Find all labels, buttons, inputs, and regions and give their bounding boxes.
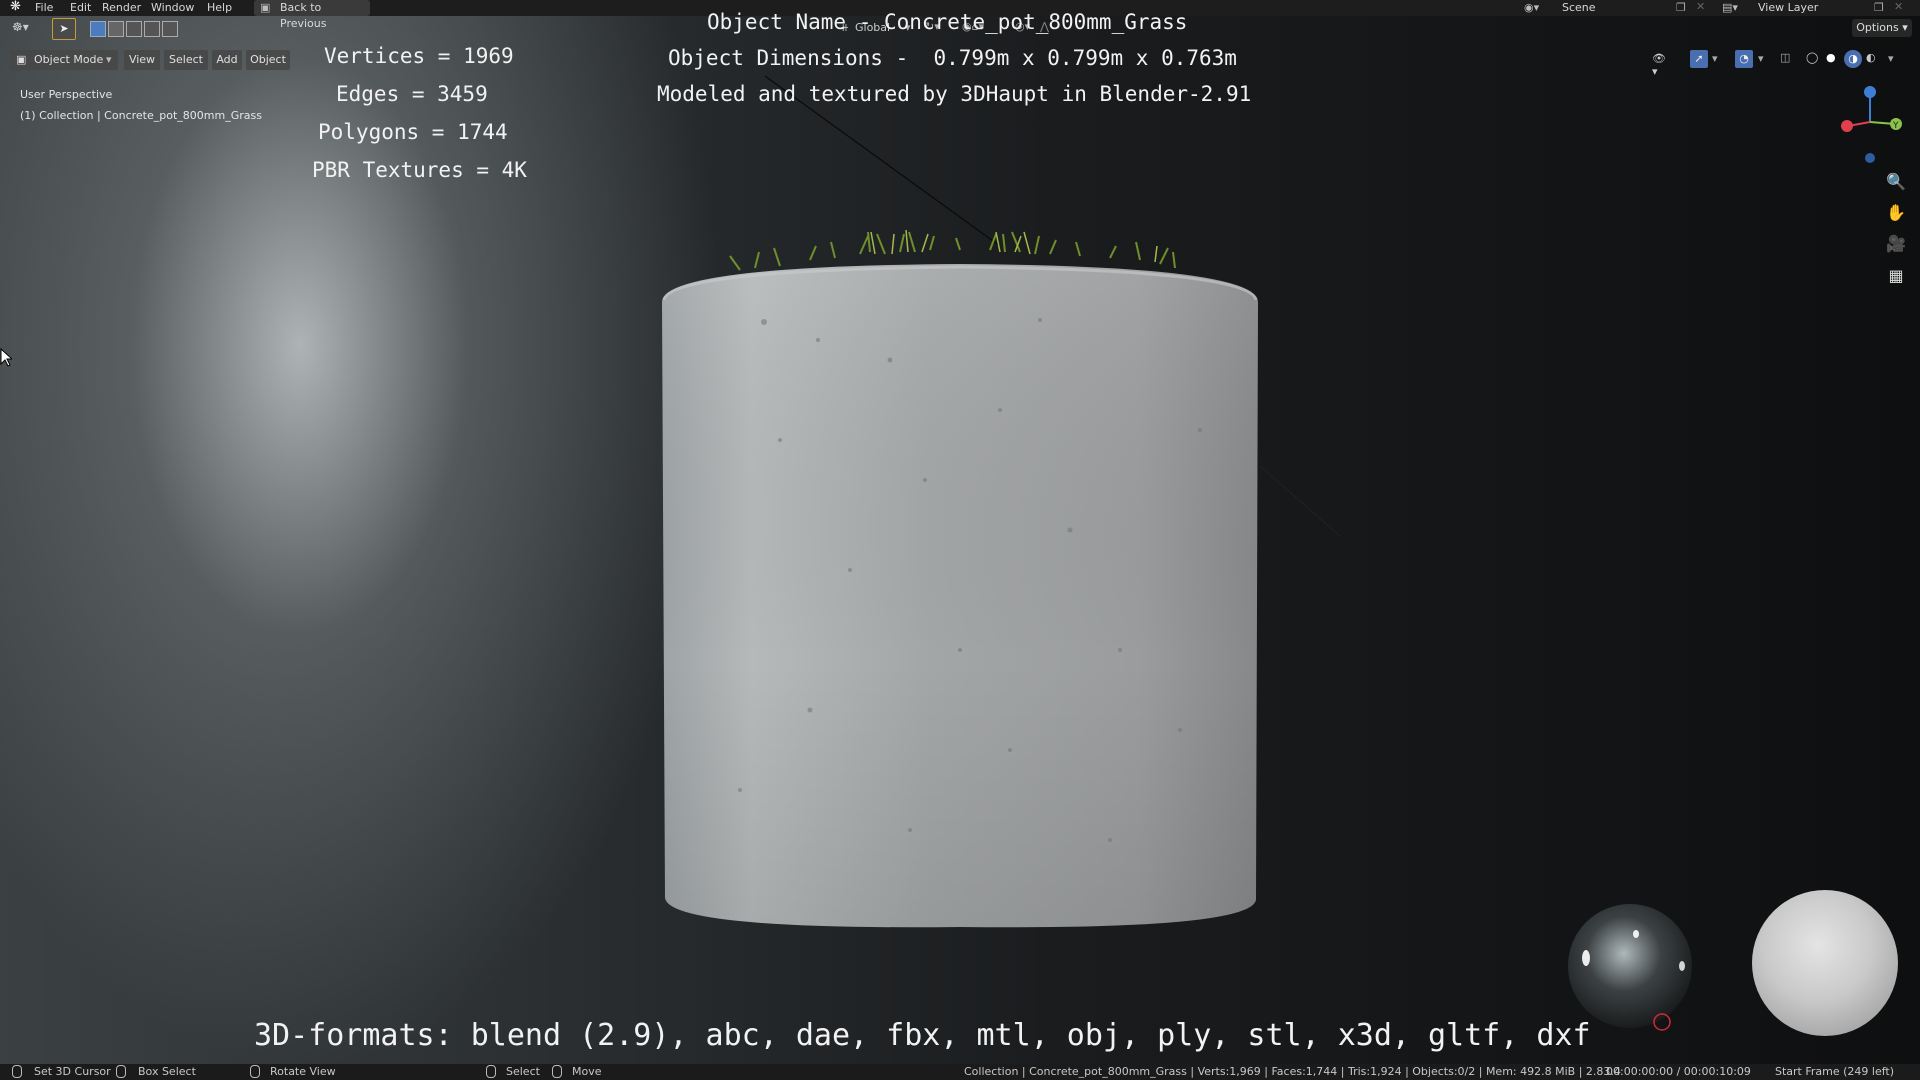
duplicate-scene-icon[interactable]: ❐ bbox=[1676, 1, 1686, 14]
view-layer-icon: ▤▾ bbox=[1722, 1, 1738, 14]
back-to-previous-button[interactable]: ▣ Back to Previous bbox=[254, 0, 370, 30]
overlay-toggle-icon[interactable]: ◔ bbox=[1735, 50, 1753, 68]
options-button[interactable]: Options ▾ bbox=[1852, 19, 1912, 37]
start-frame-info: Start Frame (249 left) bbox=[1775, 1065, 1895, 1078]
mouse-middle-icon bbox=[250, 1065, 260, 1080]
mode-label: Object Mode bbox=[34, 53, 104, 66]
close-scene-icon[interactable]: ✕ bbox=[1696, 0, 1705, 13]
editor-type-icon[interactable]: ☸▾ bbox=[12, 20, 29, 34]
options-label: Options bbox=[1856, 21, 1899, 34]
menu-edit[interactable]: Edit bbox=[70, 1, 91, 15]
overlay-chevron-icon[interactable]: ▾ bbox=[1758, 52, 1764, 65]
textures-stat: PBR Textures = 4K bbox=[312, 158, 527, 182]
status-rotate-view: Rotate View bbox=[270, 1065, 336, 1078]
formats-caption: 3D-formats: blend (2.9), abc, dae, fbx, … bbox=[254, 1018, 1591, 1053]
concrete-pot-model[interactable] bbox=[660, 229, 1260, 930]
view-layer-selector[interactable]: ▤▾ View Layer ❐ ✕ bbox=[1722, 0, 1912, 16]
duplicate-layer-icon[interactable]: ❐ bbox=[1874, 1, 1884, 14]
scene-name[interactable]: Scene bbox=[1562, 1, 1596, 15]
shading-chevron-icon[interactable]: ▾ bbox=[1888, 52, 1894, 65]
mouse-drag-icon bbox=[116, 1065, 126, 1080]
xray-icon[interactable]: ◫ bbox=[1780, 51, 1790, 64]
edges-stat: Edges = 3459 bbox=[336, 82, 488, 106]
view-layer-name[interactable]: View Layer bbox=[1758, 1, 1818, 15]
wireframe-shading-icon[interactable]: ◯ bbox=[1806, 51, 1818, 64]
grid-view-icon[interactable]: ▦ bbox=[1886, 266, 1906, 286]
credits-text: Modeled and textured by 3DHaupt in Blend… bbox=[657, 82, 1252, 106]
hdri-preview-sphere bbox=[1568, 904, 1692, 1031]
mouse-cursor-icon bbox=[0, 348, 12, 367]
object-menu[interactable]: Object bbox=[246, 50, 290, 70]
vertices-stat: Vertices = 1969 bbox=[324, 44, 514, 68]
view-collection-label: (1) Collection | Concrete_pot_800mm_Gras… bbox=[20, 109, 262, 122]
menu-help[interactable]: Help bbox=[207, 1, 232, 15]
mode-new-icon[interactable] bbox=[90, 21, 106, 37]
mouse-right-icon bbox=[486, 1065, 496, 1080]
rendered-shading-icon[interactable]: ◐ bbox=[1866, 51, 1876, 64]
solid-shading-icon[interactable]: ● bbox=[1826, 51, 1836, 64]
scene-icon: ◉▾ bbox=[1524, 1, 1540, 14]
viewport-info: User Perspective (1) Collection | Concre… bbox=[20, 84, 262, 126]
zoom-icon[interactable]: 🔍 bbox=[1886, 172, 1906, 192]
matcap-preview-sphere bbox=[1752, 890, 1898, 1036]
status-select: Select bbox=[506, 1065, 540, 1078]
view-menu[interactable]: View bbox=[124, 50, 160, 70]
status-box-select: Box Select bbox=[138, 1065, 196, 1078]
status-bar: Set 3D Cursor Box Select Rotate View Sel… bbox=[0, 1064, 1920, 1080]
y-axis-label: Y bbox=[1892, 121, 1899, 131]
playback-time: 00:00:00:00 / 00:00:10:09 bbox=[1606, 1065, 1751, 1078]
scene-statistics: Collection | Concrete_pot_800mm_Grass | … bbox=[964, 1065, 1621, 1078]
screen-back-icon: ▣ bbox=[260, 1, 271, 14]
mode-chevron-icon: ▾ bbox=[106, 53, 112, 66]
gizmo-toggle-icon[interactable]: ➚ bbox=[1690, 50, 1708, 68]
object-mode-icon: ▣ bbox=[16, 53, 27, 66]
mode-invert-icon[interactable] bbox=[144, 21, 160, 37]
blender-logo-icon[interactable]: ❋ bbox=[10, 0, 24, 14]
view-perspective-label: User Perspective bbox=[20, 88, 113, 101]
menu-render[interactable]: Render bbox=[102, 1, 141, 15]
gizmo-chevron-icon[interactable]: ▾ bbox=[1712, 52, 1718, 65]
menu-file[interactable]: File bbox=[35, 1, 53, 15]
pot-graphic bbox=[662, 229, 1258, 928]
close-layer-icon[interactable]: ✕ bbox=[1894, 0, 1903, 13]
neg-z-axis-handle[interactable] bbox=[1865, 153, 1875, 163]
status-move: Move bbox=[572, 1065, 602, 1078]
material-shading-icon[interactable]: ◑ bbox=[1844, 50, 1862, 68]
menu-window[interactable]: Window bbox=[151, 1, 194, 15]
object-dimensions-text: Object Dimensions - 0.799m x 0.799m x 0.… bbox=[668, 46, 1237, 70]
mode-subtract-icon[interactable] bbox=[126, 21, 142, 37]
visibility-icon[interactable]: 👁▾ bbox=[1652, 52, 1666, 78]
navigation-gizmo[interactable]: Y bbox=[1838, 84, 1910, 174]
pan-hand-icon[interactable]: ✋ bbox=[1886, 203, 1906, 223]
scene-selector[interactable]: ◉▾ Scene ❐ ✕ bbox=[1524, 0, 1714, 16]
object-name-text: Object Name - Concrete_pot_800mm_Grass bbox=[707, 10, 1188, 34]
add-menu[interactable]: Add bbox=[212, 50, 242, 70]
mouse-left-icon bbox=[12, 1065, 22, 1080]
mode-dropdown[interactable]: ▣ Object Mode ▾ bbox=[10, 50, 118, 70]
z-axis-handle[interactable] bbox=[1864, 86, 1876, 98]
status-set-3d-cursor: Set 3D Cursor bbox=[34, 1065, 111, 1078]
mouse-move-icon bbox=[552, 1065, 562, 1080]
x-axis-handle[interactable] bbox=[1841, 120, 1853, 132]
mode-extend-icon[interactable] bbox=[108, 21, 124, 37]
polygons-stat: Polygons = 1744 bbox=[318, 120, 508, 144]
camera-view-icon[interactable]: 🎥 bbox=[1886, 234, 1906, 254]
mode-intersect-icon[interactable] bbox=[162, 21, 178, 37]
select-tool-icon[interactable]: ➤ bbox=[52, 18, 76, 40]
select-menu[interactable]: Select bbox=[164, 50, 208, 70]
